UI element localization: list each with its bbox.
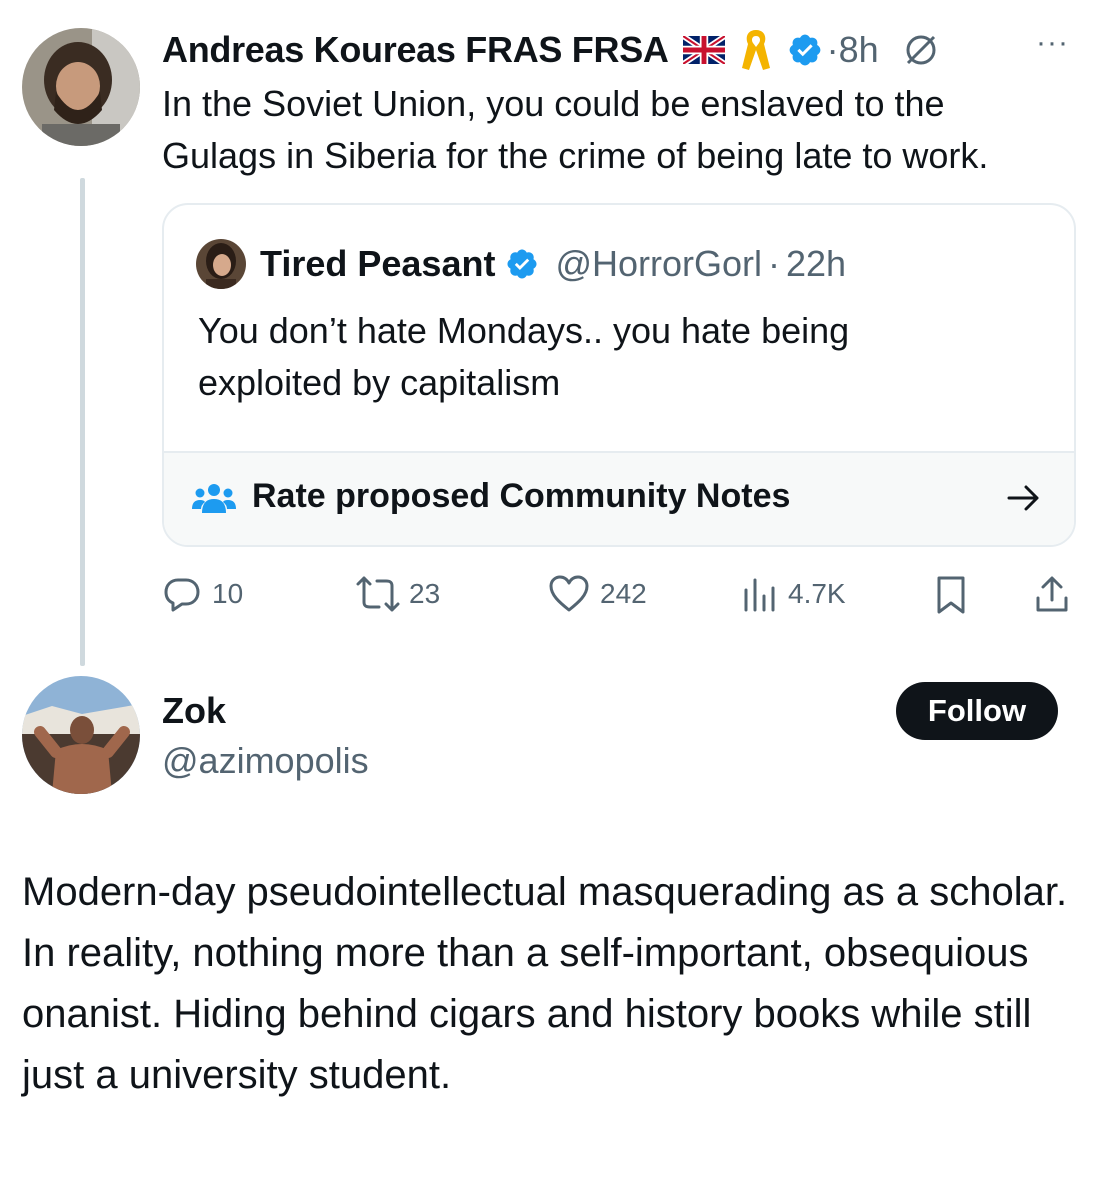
quoted-tweet-card[interactable]: Tired Peasant @HorrorGorl · 22h You don’… (162, 203, 1076, 547)
quoted-tweet-text-line: You don’t hate Mondays.. you hate being (198, 310, 850, 351)
heart-icon (548, 574, 590, 614)
tweet-header: Andreas Koureas FRAS FRSA · 8h (162, 26, 941, 74)
profile-handle[interactable]: @azimopolis (162, 740, 369, 782)
quoted-tweet-text-line: exploited by capitalism (198, 362, 561, 403)
more-options-button[interactable]: ··· (1036, 26, 1069, 60)
profile-bio: Modern-day pseudointellectual masqueradi… (22, 870, 1068, 1097)
reply-action[interactable]: 10 (162, 572, 243, 616)
views-count: 4.7K (788, 578, 846, 609)
profile-avatar[interactable] (22, 676, 140, 794)
repost-icon (355, 574, 401, 614)
views-chart-icon (742, 574, 778, 614)
yellow-ribbon-icon (739, 28, 773, 72)
quoted-tweet-time[interactable]: 22h (786, 243, 846, 285)
thread-line (80, 178, 85, 666)
author-name[interactable]: Andreas Koureas FRAS FRSA (162, 29, 669, 71)
bookmark-button[interactable] (934, 574, 968, 621)
reply-count: 10 (212, 578, 244, 609)
tweet-text: In the Soviet Union, you could be enslav… (162, 78, 988, 182)
tweet-text-line: In the Soviet Union, you could be enslav… (162, 83, 945, 124)
author-avatar[interactable] (22, 28, 140, 146)
uk-flag-icon (682, 36, 725, 64)
like-action[interactable]: 242 (548, 572, 647, 616)
share-icon (1034, 574, 1070, 614)
community-icon (192, 481, 236, 520)
share-button[interactable] (1034, 574, 1070, 619)
quoted-tweet-text: You don’t hate Mondays.. you hate being … (198, 305, 849, 409)
like-count: 242 (600, 578, 647, 609)
verified-badge-icon (787, 32, 823, 68)
quoted-author-avatar[interactable] (196, 239, 246, 289)
quoted-tweet-header: Tired Peasant @HorrorGorl · 22h (260, 240, 846, 288)
views-action[interactable]: 4.7K (742, 572, 846, 616)
quoted-author-name[interactable]: Tired Peasant (260, 243, 495, 285)
follow-button[interactable]: Follow (896, 682, 1058, 740)
dot-separator: · (826, 29, 839, 70)
bookmark-icon (934, 574, 968, 616)
tweet-text-line: Gulags in Siberia for the crime of being… (162, 135, 989, 176)
community-notes-bar[interactable]: Rate proposed Community Notes (164, 451, 1074, 545)
tweet-time[interactable]: 8h (839, 29, 879, 71)
dot-separator: · (768, 243, 781, 284)
arrow-right-icon (1006, 481, 1042, 520)
verified-badge-icon (505, 247, 539, 281)
grok-icon[interactable] (901, 30, 941, 70)
repost-count: 23 (409, 578, 441, 609)
repost-action[interactable]: 23 (355, 572, 440, 616)
profile-name[interactable]: Zok (162, 690, 226, 732)
quoted-author-handle[interactable]: @HorrorGorl (555, 243, 762, 285)
reply-icon (162, 574, 202, 614)
community-notes-label: Rate proposed Community Notes (252, 477, 791, 515)
